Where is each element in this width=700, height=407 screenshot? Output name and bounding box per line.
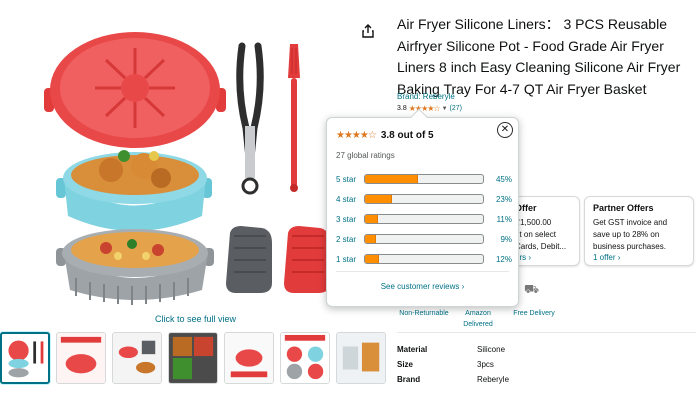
spec-key: Material (397, 345, 428, 354)
histogram-fill (365, 255, 380, 263)
histogram-row[interactable]: 1 star 12% (336, 249, 516, 269)
partner-offer-title: Partner Offers (593, 203, 654, 213)
partner-offer-line: business purchases. (593, 242, 666, 251)
histogram-fill (365, 215, 378, 223)
histogram-star-label[interactable]: 3 star (336, 215, 364, 224)
histogram-star-label[interactable]: 2 star (336, 235, 364, 244)
histogram-percent[interactable]: 12% (484, 255, 512, 264)
mitts (226, 226, 330, 293)
partner-offer-card[interactable]: Partner Offers Get GST invoice and save … (584, 196, 694, 266)
rating-count[interactable]: (27) (450, 105, 462, 112)
close-icon[interactable]: ✕ (497, 122, 513, 138)
brand-link[interactable]: Brand: Reberyle (397, 92, 455, 101)
thumbnail-strip (0, 332, 386, 384)
histogram-bar[interactable] (364, 234, 484, 244)
bank-offers-link[interactable]: ers › (515, 253, 571, 262)
histogram-percent[interactable]: 45% (484, 175, 512, 184)
bank-offer-title: Offer (515, 203, 537, 213)
histogram-row[interactable]: 2 star 9% (336, 229, 516, 249)
bank-offer-line: nt on select (515, 230, 556, 239)
grey-liner-with-food (56, 229, 214, 305)
see-customer-reviews-link[interactable]: See customer reviews › (327, 282, 518, 291)
histogram-bar[interactable] (364, 214, 484, 224)
popover-header: ★★★★☆ 3.8 out of 5 (336, 130, 434, 141)
partner-offer-line: Get GST invoice and (593, 218, 668, 227)
teal-liner-with-food (56, 150, 212, 231)
amazon-delivered-link[interactable]: Amazon Delivered (455, 308, 501, 330)
histogram-star-label[interactable]: 4 star (336, 195, 364, 204)
thumbnail[interactable] (112, 332, 162, 384)
tongs (236, 42, 264, 195)
non-returnable-link[interactable]: Non-Returnable (398, 308, 450, 319)
histogram-row[interactable]: 5 star 45% (336, 169, 516, 189)
histogram-star-label[interactable]: 1 star (336, 255, 364, 264)
rating-summary[interactable]: 3.8 ★★★★☆ ▼ (27) (397, 104, 462, 113)
histogram-bar[interactable] (364, 194, 484, 204)
brush (288, 44, 300, 192)
bank-offer-line: ₹1,500.00 (515, 218, 552, 227)
rating-score: 3.8 out of 5 (380, 130, 434, 141)
click-to-see-full-view-link[interactable]: Click to see full view (155, 314, 236, 324)
spec-row: Brand Reberyle (397, 375, 509, 384)
histogram-fill (365, 195, 393, 203)
thumbnail[interactable] (168, 332, 218, 384)
histogram-star-label[interactable]: 5 star (336, 175, 364, 184)
main-product-image[interactable] (36, 28, 354, 318)
star-rating-icon: ★★★★☆ (336, 130, 377, 141)
spec-row: Size 3pcs (397, 360, 494, 369)
spec-value: Silicone (477, 345, 506, 354)
partner-offer-line: save up to 28% on (593, 230, 660, 239)
rating-popover: ★★★★☆ 3.8 out of 5 ✕ 27 global ratings 5… (326, 108, 519, 307)
rating-value: 3.8 (397, 105, 407, 112)
divider (336, 271, 509, 272)
histogram-fill (365, 235, 376, 243)
bank-offer-line: Cards, Debit... (515, 242, 567, 251)
thumbnail[interactable] (224, 332, 274, 384)
free-delivery-link[interactable]: Free Delivery (508, 308, 560, 319)
spec-key: Brand (397, 375, 421, 384)
red-liner (44, 32, 226, 148)
rating-histogram: 5 star 45% 4 star 23% 3 star 11% 2 star … (336, 169, 516, 269)
histogram-percent[interactable]: 23% (484, 195, 512, 204)
global-ratings-count: 27 global ratings (336, 151, 395, 160)
share-icon[interactable] (361, 24, 375, 38)
thumbnail[interactable] (280, 332, 330, 384)
spec-value: Reberyle (477, 375, 510, 384)
thumbnail[interactable] (56, 332, 106, 384)
histogram-row[interactable]: 3 star 11% (336, 209, 516, 229)
histogram-percent[interactable]: 9% (484, 235, 512, 244)
star-rating-icon: ★★★★☆ (408, 104, 441, 113)
divider (397, 332, 696, 333)
partner-offers-link[interactable]: 1 offer › (593, 253, 685, 262)
thumbnail[interactable] (0, 332, 50, 384)
histogram-percent[interactable]: 11% (484, 215, 512, 224)
histogram-row[interactable]: 4 star 23% (336, 189, 516, 209)
spec-value: 3pcs (477, 360, 494, 369)
product-title: Air Fryer Silicone Liners： 3 PCS Reusabl… (397, 16, 681, 97)
spec-row: Material Silicone (397, 345, 505, 354)
histogram-bar[interactable] (364, 174, 484, 184)
histogram-bar[interactable] (364, 254, 484, 264)
thumbnail[interactable] (336, 332, 386, 384)
histogram-fill (365, 175, 419, 183)
truck-icon: ⛟ (524, 282, 540, 296)
chevron-down-icon[interactable]: ▼ (442, 106, 448, 112)
spec-key: Size (397, 360, 414, 369)
